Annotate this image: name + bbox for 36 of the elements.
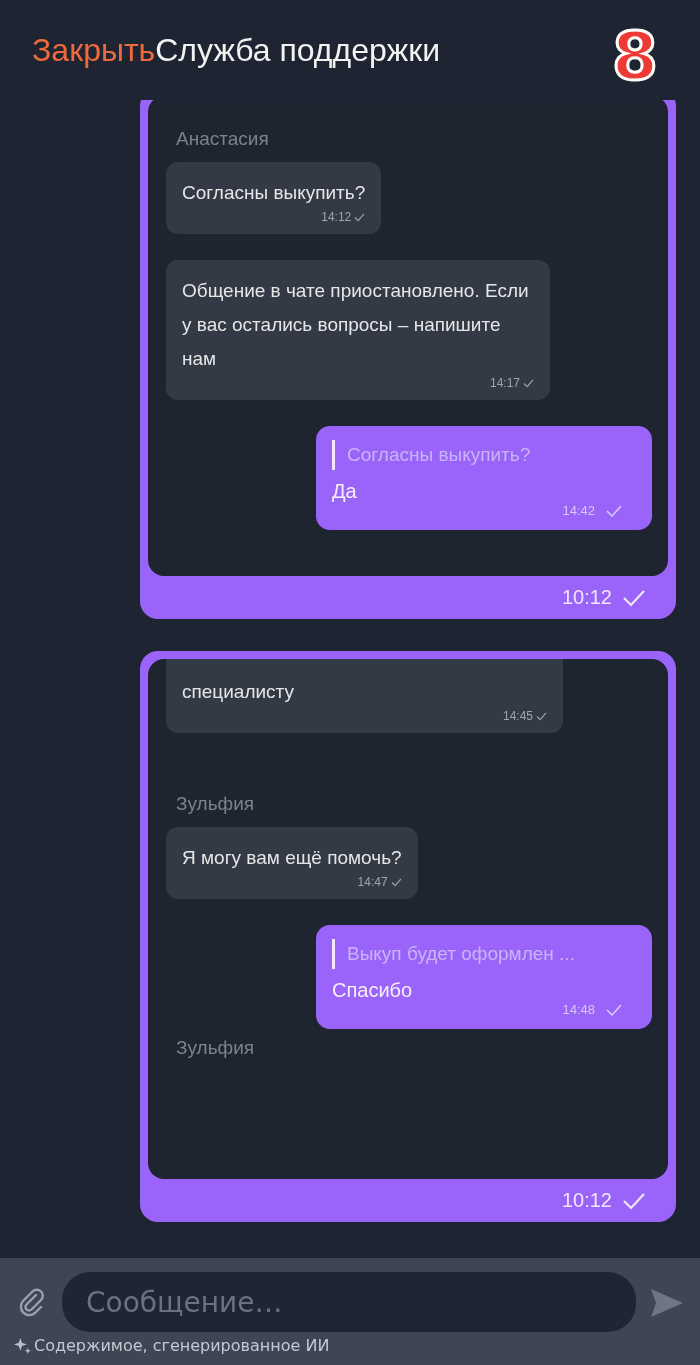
message-text: Я могу вам ещё помочь? [182, 846, 402, 870]
message-time: 10:12 [561, 1189, 612, 1212]
check-icon [622, 1191, 646, 1210]
message-time: 10:12 [561, 586, 612, 609]
check-icon [606, 1003, 622, 1016]
message-time: 14:45 [502, 709, 533, 723]
chat-title: Служба поддержки [155, 31, 441, 69]
sender-name: Зульфия [176, 793, 255, 815]
overlay-number: 8 [612, 24, 658, 90]
message-text: специалисту [182, 680, 296, 704]
ai-notice: Содержимое, сгенерированное ИИ [34, 1336, 330, 1355]
message-time: 14:17 [489, 376, 520, 390]
check-icon [354, 212, 366, 222]
check-icon [536, 711, 547, 721]
quoted-text: Выкуп будет оформлен ... [347, 943, 575, 965]
send-icon[interactable] [650, 1288, 684, 1318]
message-text: Спасибо [332, 979, 414, 1002]
sender-name: Зульфия [176, 1037, 255, 1059]
quoted-text: Согласны выкупить? [347, 444, 531, 466]
quote-bar [332, 440, 335, 470]
message-time: 14:48 [562, 1002, 595, 1017]
message-time: 14:12 [321, 210, 352, 224]
check-icon [390, 877, 402, 887]
quote-bar [332, 939, 335, 969]
message-time: 14:42 [562, 503, 595, 518]
check-icon [606, 504, 622, 517]
check-icon [622, 588, 646, 607]
close-link[interactable]: Закрыть [32, 31, 156, 69]
sender-name: Анастасия [176, 128, 269, 150]
message-time: 14:47 [357, 875, 388, 889]
message-text: Общение в чате приостановлено. Если у вас остались вопросы – напишите нам [182, 279, 530, 371]
sparkle-icon [14, 1337, 31, 1354]
message-text: Согласны выкупить? [182, 181, 366, 205]
message-text: Да [332, 480, 358, 503]
message-input[interactable]: Сообщение… [62, 1272, 636, 1332]
check-icon [523, 378, 534, 388]
